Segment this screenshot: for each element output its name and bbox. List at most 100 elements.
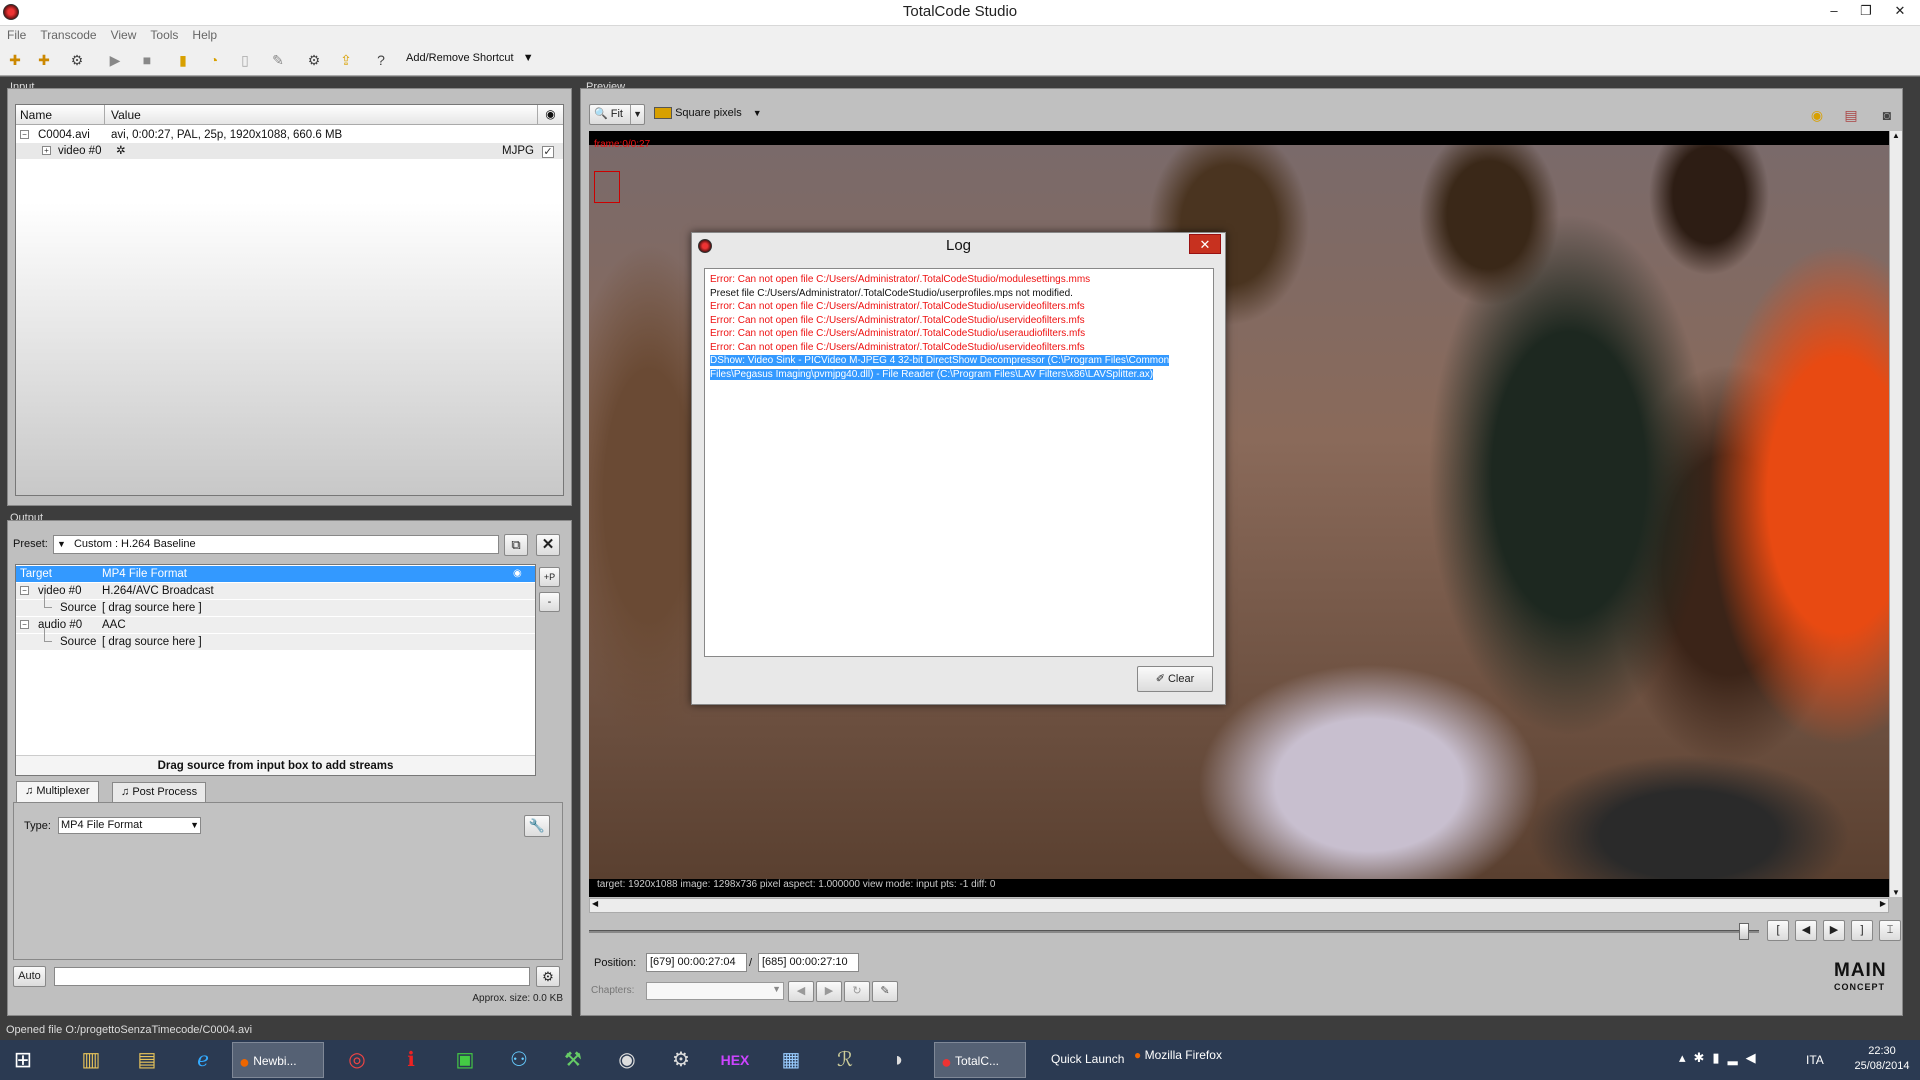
- expand-icon[interactable]: +: [42, 146, 51, 156]
- square-pixels-dropdown[interactable]: Square pixels ▼: [654, 107, 762, 120]
- scroll-down-icon[interactable]: ▼: [1890, 888, 1902, 897]
- video-source-dropzone[interactable]: [ drag source here ]: [102, 600, 202, 616]
- column-name-header[interactable]: Name: [20, 108, 52, 122]
- file-explorer-icon[interactable]: ▤: [124, 1042, 170, 1078]
- info-app-icon[interactable]: ℹ: [388, 1042, 434, 1078]
- compare-icon[interactable]: ▤: [1840, 105, 1862, 125]
- audio-source-dropzone[interactable]: [ drag source here ]: [102, 634, 202, 650]
- output-audio-row[interactable]: − audio #0 AAC: [16, 617, 535, 633]
- ace-app-icon[interactable]: ⚇: [496, 1042, 542, 1078]
- close-button[interactable]: ✕: [1885, 0, 1915, 22]
- taskbar-app-icon[interactable]: ▥: [68, 1042, 114, 1078]
- clock[interactable]: 22:30 25/08/2014: [1850, 1044, 1914, 1074]
- timeline-handle[interactable]: [1739, 923, 1749, 940]
- taskbar-firefox-newbie[interactable]: ● Newbi...: [232, 1042, 324, 1078]
- stream-checkbox[interactable]: ✓: [542, 146, 554, 158]
- snapshot-camera-icon[interactable]: ◙: [1876, 105, 1898, 125]
- window-app-icon[interactable]: ▦: [768, 1042, 814, 1078]
- add-input-icon[interactable]: ✚: [4, 50, 26, 70]
- auto-button[interactable]: Auto: [13, 966, 46, 987]
- wrench-icon[interactable]: 🔧: [524, 815, 550, 837]
- position-start-field[interactable]: [679] 00:00:27:04: [646, 953, 747, 972]
- preset-select[interactable]: ▼ Custom : H.264 Baseline: [53, 535, 499, 554]
- mark-out-icon[interactable]: ]: [1851, 920, 1873, 941]
- audio-app-icon[interactable]: ◗: [876, 1042, 922, 1078]
- output-audio-source-row[interactable]: Source [ drag source here ]: [16, 628, 535, 650]
- menu-help[interactable]: Help: [185, 26, 224, 44]
- preview-vertical-scrollbar[interactable]: ▲ ▼: [1889, 131, 1902, 897]
- eye-icon[interactable]: ◉: [513, 566, 522, 582]
- refresh-chapter-icon[interactable]: ↻: [844, 981, 870, 1002]
- eye-app-icon[interactable]: ◉: [604, 1042, 650, 1078]
- chrome-icon[interactable]: ◎: [334, 1042, 380, 1078]
- internet-explorer-icon[interactable]: ℯ: [180, 1042, 226, 1078]
- log-text-area[interactable]: Error: Can not open file C:/Users/Admini…: [704, 268, 1214, 657]
- collapse-icon[interactable]: −: [20, 130, 29, 140]
- input-file-row[interactable]: − C0004.avi avi, 0:00:27, PAL, 25p, 1920…: [16, 127, 563, 143]
- monitor-app-icon[interactable]: ▣: [442, 1042, 488, 1078]
- document-icon[interactable]: ▯: [234, 50, 256, 70]
- mark-in-icon[interactable]: [: [1767, 920, 1789, 941]
- input-tree[interactable]: Name Value ◉ − C0004.avi avi, 0:00:27, P…: [15, 104, 564, 496]
- type-select[interactable]: MP4 File Format ▼: [58, 817, 201, 834]
- menu-tools[interactable]: Tools: [143, 26, 185, 44]
- export-icon[interactable]: ⇪: [335, 50, 357, 70]
- tab-multiplexer[interactable]: ♫ Multiplexer: [16, 781, 99, 802]
- scroll-up-icon[interactable]: ▲: [1890, 131, 1902, 140]
- menu-transcode[interactable]: Transcode: [33, 26, 103, 44]
- output-path-field[interactable]: [54, 967, 530, 986]
- settings-small-icon[interactable]: ✲: [116, 143, 126, 159]
- position-end-field[interactable]: [685] 00:00:27:10: [758, 953, 859, 972]
- clear-button[interactable]: ✐ Clear: [1137, 666, 1213, 692]
- output-settings-gear-icon[interactable]: ⚙: [536, 966, 560, 987]
- target-row[interactable]: Target MP4 File Format ◉: [16, 566, 535, 582]
- taskbar-totalcode[interactable]: ● TotalC...: [934, 1042, 1026, 1078]
- input-stream-row[interactable]: + video #0 ✲ MJPG ✓: [16, 143, 563, 159]
- output-video-source-row[interactable]: Source [ drag source here ]: [16, 594, 535, 616]
- add-remove-shortcut-dropdown[interactable]: Add/Remove Shortcut ▼: [406, 52, 534, 64]
- edit-icon[interactable]: ✎: [267, 50, 289, 70]
- help-icon[interactable]: ?: [370, 50, 392, 70]
- timeline-track[interactable]: [589, 930, 1759, 933]
- play-icon[interactable]: ▶: [104, 50, 126, 70]
- save-preset-button[interactable]: ⧉: [504, 534, 528, 556]
- menu-view[interactable]: View: [104, 26, 144, 44]
- chapters-select[interactable]: ▼: [646, 982, 784, 1000]
- preview-horizontal-scrollbar[interactable]: ◀ ▶: [589, 898, 1889, 913]
- gear-app-icon[interactable]: ⚙: [658, 1042, 704, 1078]
- sync-app-icon[interactable]: ℛ: [822, 1042, 868, 1078]
- remove-stream-button[interactable]: -: [539, 592, 560, 612]
- quick-launch-label[interactable]: Quick Launch: [1051, 1052, 1124, 1066]
- add-stream-button[interactable]: +P: [539, 567, 560, 587]
- step-back-icon[interactable]: ◀: [1795, 920, 1817, 941]
- tool-app-icon[interactable]: ⚒: [550, 1042, 596, 1078]
- collapse-icon[interactable]: −: [20, 586, 29, 596]
- quick-launch-firefox[interactable]: ● Mozilla Firefox: [1134, 1048, 1222, 1062]
- hex-editor-icon[interactable]: HEX: [712, 1042, 758, 1078]
- output-tree[interactable]: Target MP4 File Format ◉ − video #0 H.26…: [15, 564, 536, 776]
- column-value-header[interactable]: Value: [111, 108, 141, 122]
- scroll-right-icon[interactable]: ▶: [1880, 899, 1886, 908]
- scroll-left-icon[interactable]: ◀: [592, 899, 598, 908]
- stop-icon[interactable]: ■: [136, 50, 158, 70]
- restore-button[interactable]: ❐: [1851, 0, 1881, 22]
- fit-dropdown[interactable]: 🔍 Fit ▼: [589, 104, 645, 125]
- next-chapter-icon[interactable]: ▶: [816, 981, 842, 1002]
- collapse-icon[interactable]: −: [20, 620, 29, 630]
- tab-post-process[interactable]: ♫ Post Process: [112, 782, 207, 802]
- add-output-icon[interactable]: ✚: [33, 50, 55, 70]
- new-document-icon[interactable]: ▮: [172, 50, 194, 70]
- settings-gear-icon[interactable]: ⚙: [66, 50, 88, 70]
- prev-chapter-icon[interactable]: ◀: [788, 981, 814, 1002]
- options-gear-icon[interactable]: ⚙: [303, 50, 325, 70]
- step-forward-icon[interactable]: ▶: [1823, 920, 1845, 941]
- schedule-icon[interactable]: ◔: [203, 50, 225, 70]
- eye-icon[interactable]: ◉: [537, 105, 563, 124]
- language-indicator[interactable]: ITA: [1806, 1053, 1824, 1067]
- minimize-button[interactable]: –: [1819, 0, 1849, 22]
- cut-marker-icon[interactable]: ⌶: [1879, 920, 1901, 941]
- overlay-eye-icon[interactable]: ◉: [1806, 105, 1828, 125]
- delete-preset-button[interactable]: ✕: [536, 534, 560, 556]
- windows-start-icon[interactable]: ⊞: [0, 1042, 46, 1078]
- log-close-button[interactable]: ✕: [1189, 234, 1221, 254]
